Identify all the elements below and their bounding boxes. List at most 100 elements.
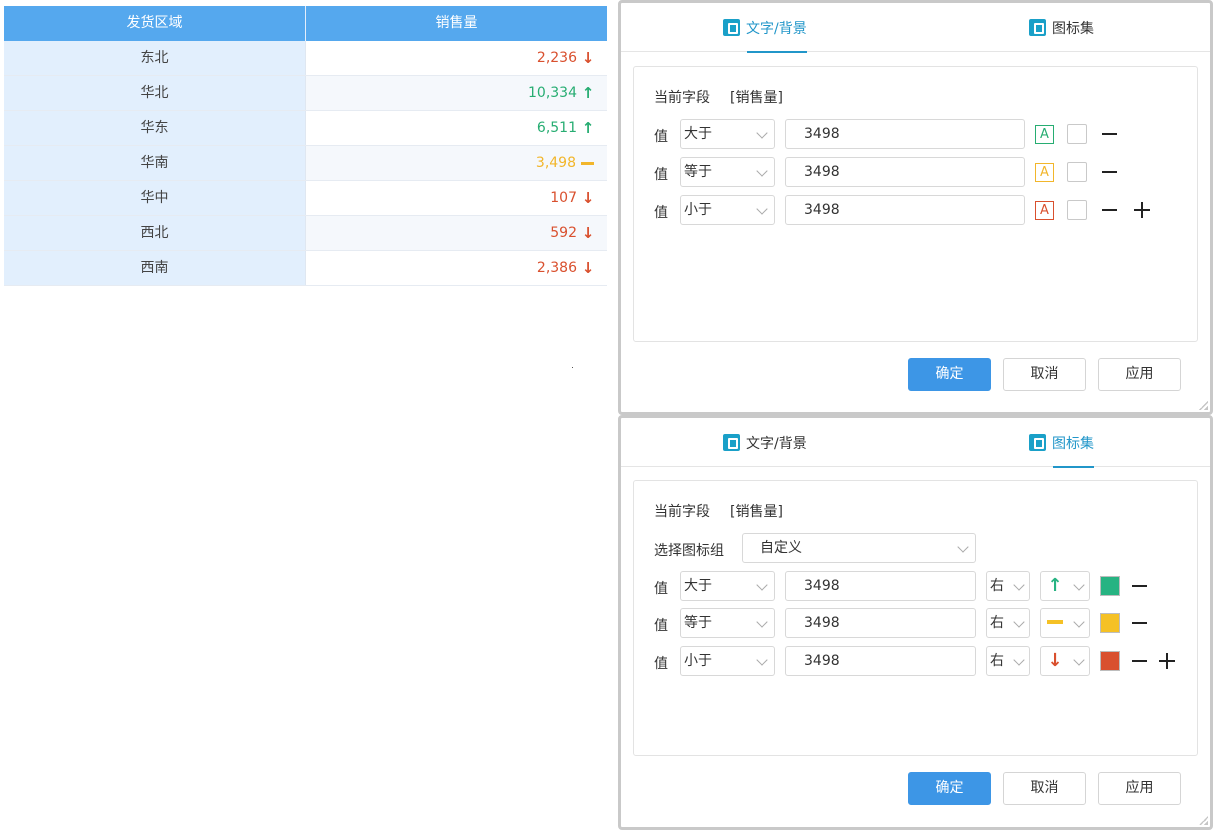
field-value: [销售量] [730,504,783,520]
operator-select[interactable]: 小于 [680,195,775,225]
chevron-down-icon [1013,616,1025,628]
region-cell: 西南 [4,251,306,285]
sales-value: 2,236 [536,49,577,66]
operator-select[interactable]: 大于 [680,571,775,601]
operator-value: 等于 [684,164,712,180]
sales-value: 107 [550,189,577,206]
tab-icon-set[interactable]: 图标集 [1029,418,1094,468]
arrow-down-icon: ↓ [581,48,595,67]
remove-rule-icon[interactable] [1132,622,1147,624]
sales-cell: 2,236 ↓ [306,41,607,75]
region-cell: 华南 [4,146,306,180]
background-color-picker[interactable] [1067,200,1087,220]
arrow-down-icon: ↓ [581,258,595,277]
cancel-button[interactable]: 取消 [1003,772,1086,805]
operator-value: 小于 [684,653,712,669]
value-input[interactable]: 3498 [785,195,1025,225]
icon-select[interactable] [1040,608,1090,638]
resize-grip-icon[interactable] [1198,400,1208,410]
background-color-picker[interactable] [1067,124,1087,144]
format-dialog-icon-set: 文字/背景 图标集 当前字段 [销售量] 选择图标组 自定义 值大于 3498 右 ↑… [618,415,1213,830]
rules-panel: 当前字段 [销售量] 值大于 3498 A 值等于 3498 A 值小于 3498 A [633,66,1198,342]
region-cell: 东北 [4,41,306,75]
header-sales[interactable]: 销售量 [306,6,607,41]
chevron-down-icon [756,654,768,666]
operator-select[interactable]: 大于 [680,119,775,149]
resize-grip-icon[interactable] [1198,815,1208,825]
value-input[interactable]: 3498 [785,646,976,676]
rule-prefix-label: 值 [654,656,668,672]
operator-value: 大于 [684,126,712,142]
operator-select[interactable]: 等于 [680,157,775,187]
chevron-down-icon [957,541,969,553]
region-cell: 西北 [4,216,306,250]
table-row: 华东 6,511 ↑ [4,111,607,146]
dialog-tabs: 文字/背景 图标集 [621,418,1210,468]
tab-icon-set[interactable]: 图标集 [1029,3,1094,52]
remove-rule-icon[interactable] [1102,171,1117,173]
arrow-up-icon: ↑ [581,118,595,137]
tab-text-background[interactable]: 文字/背景 [723,3,807,53]
add-rule-icon[interactable] [1159,653,1175,669]
operator-value: 等于 [684,615,712,631]
tab-label: 文字/背景 [746,20,807,37]
sales-cell: 2,386 ↓ [306,251,607,285]
sales-value: 592 [550,224,577,241]
add-rule-icon[interactable] [1134,202,1150,218]
operator-select[interactable]: 等于 [680,608,775,638]
value-input[interactable]: 3498 [785,119,1025,149]
icon-select[interactable]: ↓ [1040,646,1090,676]
font-color-icon[interactable]: A [1035,201,1054,220]
format-icon [723,434,740,451]
value-input[interactable]: 3498 [785,608,976,638]
operator-value: 大于 [684,578,712,594]
field-label: 当前字段 [654,504,710,520]
apply-button[interactable]: 应用 [1098,358,1181,391]
font-color-icon[interactable]: A [1035,163,1054,182]
dash-icon [581,161,594,165]
chevron-down-icon [1013,579,1025,591]
sales-value: 3,498 [535,154,576,171]
chevron-down-icon [756,579,768,591]
rule-prefix-label: 值 [654,581,668,597]
tab-label: 图标集 [1052,435,1094,452]
remove-rule-icon[interactable] [1102,209,1117,211]
position-select[interactable]: 右 [986,608,1030,638]
icon-color-swatch[interactable] [1100,613,1120,633]
format-icon [1029,434,1046,451]
remove-rule-icon[interactable] [1102,133,1117,135]
position-select[interactable]: 右 [986,571,1030,601]
value-input[interactable]: 3498 [785,157,1025,187]
icon-color-swatch[interactable] [1100,576,1120,596]
table-row: 东北 2,236 ↓ [4,41,607,76]
table-row: 西北 592 ↓ [4,216,607,251]
rule-prefix-label: 值 [654,129,668,145]
icon-group-select[interactable]: 自定义 [742,533,976,563]
remove-rule-icon[interactable] [1132,585,1147,587]
region-cell: 华中 [4,181,306,215]
icon-select[interactable]: ↑ [1040,571,1090,601]
position-value: 右 [990,653,1004,669]
arrow-down-icon: ↓ [581,188,595,207]
value-input[interactable]: 3498 [785,571,976,601]
table-row: 华南 3,498 [4,146,607,181]
format-icon [1029,19,1046,36]
arrow-up-icon: ↑ [1047,575,1063,596]
tab-label: 文字/背景 [746,435,807,452]
cancel-button[interactable]: 取消 [1003,358,1086,391]
table-row: 华北 10,334 ↑ [4,76,607,111]
arrow-up-icon: ↑ [581,83,595,102]
background-color-picker[interactable] [1067,162,1087,182]
icon-color-swatch[interactable] [1100,651,1120,671]
remove-rule-icon[interactable] [1132,660,1147,662]
ok-button[interactable]: 确定 [908,772,991,805]
apply-button[interactable]: 应用 [1098,772,1181,805]
ok-button[interactable]: 确定 [908,358,991,391]
font-color-icon[interactable]: A [1035,125,1054,144]
operator-select[interactable]: 小于 [680,646,775,676]
tab-text-background[interactable]: 文字/背景 [723,418,807,467]
tab-label: 图标集 [1052,20,1094,37]
header-region[interactable]: 发货区域 [4,6,306,41]
icon-group-value: 自定义 [760,540,802,556]
position-select[interactable]: 右 [986,646,1030,676]
